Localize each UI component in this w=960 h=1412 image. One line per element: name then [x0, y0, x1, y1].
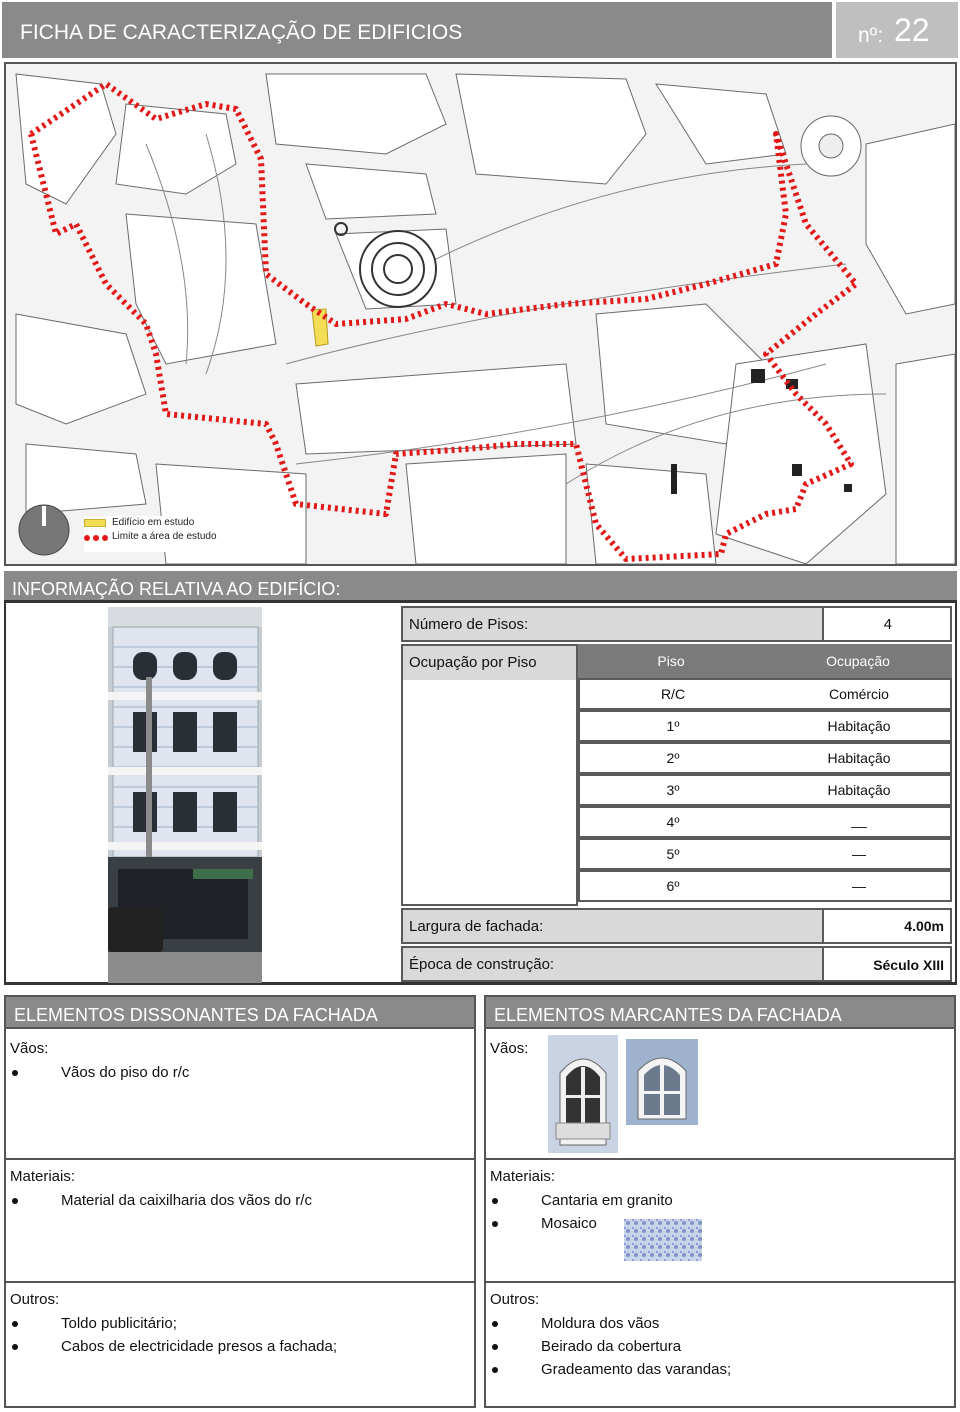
floors-label: Número de Pisos:	[409, 616, 529, 633]
list-item: Vãos do piso do r/c	[61, 1064, 190, 1081]
dissonant-materiais-label: Materiais:	[10, 1168, 76, 1185]
epoch-label-cell: Época de construção:	[401, 946, 824, 982]
epoch-value: Século XIII	[873, 957, 944, 973]
ocupacao-cell: —	[852, 846, 866, 862]
bullet-icon	[12, 1198, 18, 1204]
ocupacao-cell: Habitação	[827, 750, 891, 766]
list-item: Gradeamento das varandas;	[541, 1361, 732, 1378]
floors-label-cell: Número de Pisos:	[401, 606, 824, 642]
list-item: Mosaico	[541, 1215, 597, 1232]
facade-photo	[108, 607, 262, 983]
window-thumbnail-2	[626, 1039, 698, 1125]
piso-cell: 6º	[666, 878, 680, 894]
epoch-value-cell: Século XIII	[822, 946, 952, 982]
list-item: Toldo publicitário;	[61, 1315, 177, 1332]
col-header-ocupacao: Ocupação	[764, 644, 952, 678]
legend-building-swatch	[84, 519, 106, 527]
col-header-piso: Piso	[578, 644, 764, 678]
ocupacao-cell: Habitação	[827, 782, 891, 798]
mosaic-tile-thumbnail	[624, 1219, 702, 1261]
page-title: FICHA DE CARACTERIZAÇÃO DE EDIFICIOS	[20, 21, 463, 44]
table-row: 1º Habitação	[578, 710, 952, 742]
site-map	[4, 62, 957, 566]
list-item: Cantaria em granito	[541, 1192, 673, 1209]
marcantes-vaos-label: Vãos:	[490, 1040, 529, 1057]
dissonant-outros-label: Outros:	[10, 1291, 60, 1308]
width-label: Largura de fachada:	[409, 918, 544, 935]
section-info-header: INFORMAÇÃO RELATIVA AO EDIFÍCIO:	[4, 571, 957, 603]
header-bar: FICHA DE CARACTERIZAÇÃO DE EDIFICIOS	[2, 2, 832, 58]
north-arrow-icon	[18, 504, 70, 556]
marcantes-materiais-label: Materiais:	[490, 1168, 556, 1185]
bullet-icon	[492, 1321, 498, 1327]
sheet-number: 22	[894, 12, 930, 48]
legend-building-label: Edifício em estudo	[112, 517, 195, 528]
dissonant-vaos-label: Vãos:	[10, 1040, 49, 1057]
marcantes-title: ELEMENTOS MARCANTES DA FACHADA	[486, 997, 954, 1027]
marcantes-outros-label: Outros:	[490, 1291, 540, 1308]
occupation-label: Ocupação por Piso	[409, 654, 537, 671]
table-row: 5º —	[578, 838, 952, 870]
number-box: nº: 22	[836, 2, 958, 58]
list-item: Material da caixilharia dos vãos do r/c	[61, 1192, 312, 1209]
bullet-icon	[12, 1321, 18, 1327]
bullet-icon	[492, 1198, 498, 1204]
piso-cell: R/C	[660, 686, 686, 702]
dissonant-title: ELEMENTOS DISSONANTES DA FACHADA	[6, 997, 474, 1027]
floors-value-cell: 4	[822, 606, 952, 642]
list-item: Moldura dos vãos	[541, 1315, 660, 1332]
table-row: 2º Habitação	[578, 742, 952, 774]
piso-cell: 5º	[666, 846, 680, 862]
window-thumbnail-1	[548, 1035, 618, 1153]
list-item: Cabos de electricidade presos a fachada;	[61, 1338, 338, 1355]
epoch-label: Época de construção:	[409, 956, 555, 973]
ocupacao-cell: __	[851, 812, 867, 828]
table-row: 6º —	[578, 870, 952, 902]
marcantes-panel: ELEMENTOS MARCANTES DA FACHADA Vãos: Mat…	[484, 995, 956, 1408]
ocupacao-cell: —	[852, 878, 866, 894]
bullet-icon	[492, 1367, 498, 1373]
bullet-icon	[12, 1344, 18, 1350]
table-row: R/C Comércio	[578, 678, 952, 710]
list-item: Beirado da cobertura	[541, 1338, 682, 1355]
legend-limit-label: Limite a área de estudo	[112, 531, 217, 542]
table-row: 4º __	[578, 806, 952, 838]
bullet-icon	[12, 1070, 18, 1076]
table-row: 3º Habitação	[578, 774, 952, 806]
bullet-icon	[492, 1344, 498, 1350]
map-legend: Edifício em estudo Limite a área de estu…	[84, 516, 228, 552]
legend-limit-swatch	[84, 535, 108, 541]
piso-cell: 1º	[666, 718, 680, 734]
ocupacao-cell: Habitação	[827, 718, 891, 734]
dissonant-panel: ELEMENTOS DISSONANTES DA FACHADA Vãos: V…	[4, 995, 476, 1408]
floors-value: 4	[883, 616, 892, 633]
width-value: 4.00m	[904, 918, 944, 934]
piso-cell: 4º	[666, 814, 680, 830]
bullet-icon	[492, 1221, 498, 1227]
piso-cell: 2º	[666, 750, 680, 766]
ocupacao-cell: Comércio	[829, 686, 889, 702]
width-value-cell: 4.00m	[822, 908, 952, 944]
width-label-cell: Largura de fachada:	[401, 908, 824, 944]
piso-cell: 3º	[666, 782, 680, 798]
map-drawing	[6, 64, 955, 564]
occupation-label-cell: Ocupação por Piso	[401, 644, 578, 906]
number-label: nº:	[858, 24, 884, 47]
